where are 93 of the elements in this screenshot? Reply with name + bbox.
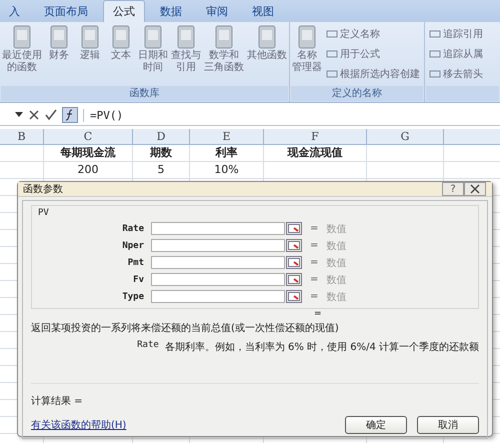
- ribbon-tab[interactable]: 视图: [243, 1, 283, 22]
- table-cell: 现金流现值: [288, 146, 342, 159]
- table-cell: 10%: [214, 163, 239, 176]
- argument-label: Nper: [121, 240, 145, 250]
- column-header[interactable]: C: [44, 129, 133, 144]
- ribbon-button[interactable]: 文本: [106, 24, 136, 86]
- collapse-button[interactable]: [286, 222, 302, 235]
- equals-sign: =: [310, 223, 318, 234]
- table-cell: 期数: [150, 146, 172, 159]
- range-icon: [288, 224, 300, 233]
- column-header[interactable]: G: [367, 129, 444, 144]
- help-link[interactable]: 有关该函数的帮助(H): [31, 418, 126, 432]
- input-field[interactable]: [151, 239, 285, 252]
- book-icon: [48, 24, 70, 50]
- cancel-icon[interactable]: [28, 109, 40, 121]
- ribbon-button[interactable]: 其他函数: [246, 24, 288, 86]
- ribbon-tab[interactable]: 公式: [103, 0, 145, 22]
- ribbon-tab[interactable]: 页面布局: [35, 1, 97, 22]
- table-cell: 利率: [216, 146, 238, 159]
- ribbon-button[interactable]: 移去箭头: [426, 64, 486, 84]
- equals-sign: =: [314, 309, 322, 319]
- book-icon: [213, 24, 235, 50]
- column-header[interactable]: B: [0, 129, 44, 144]
- dialog-button[interactable]: 确定: [345, 416, 407, 434]
- book-icon: [11, 24, 33, 50]
- collapse-button[interactable]: [286, 273, 302, 286]
- function-description: 返回某项投资的一系列将来偿还额的当前总值(或一次性偿还额的现值): [31, 322, 340, 335]
- dropdown-icon[interactable]: [15, 112, 23, 118]
- ribbon-button[interactable]: 名称 管理器: [291, 24, 323, 86]
- range-icon: [288, 292, 300, 301]
- argument-name: Rate: [137, 340, 159, 352]
- ribbon-button[interactable]: 逻辑: [75, 24, 105, 86]
- ribbon-button[interactable]: 追踪引用: [426, 24, 486, 44]
- value-hint: 数值: [326, 240, 346, 252]
- ribbon-button[interactable]: 财务: [44, 24, 74, 86]
- help-button[interactable]: ?: [442, 182, 464, 196]
- argument-label: Pmt: [126, 258, 145, 268]
- dialog-title: 函数参数: [23, 182, 63, 196]
- group-title: 定义的名称: [291, 86, 423, 101]
- range-icon: [288, 275, 300, 284]
- column-header[interactable]: D: [133, 129, 190, 144]
- result-label: 计算结果 =: [31, 394, 83, 408]
- ribbon-button[interactable]: 日期和 时间: [137, 24, 169, 86]
- ribbon-button[interactable]: 定义名称: [323, 24, 423, 44]
- input-field[interactable]: [151, 222, 285, 235]
- range-icon: [288, 258, 300, 267]
- value-hint: 数值: [326, 274, 346, 286]
- book-icon: [296, 24, 318, 50]
- collapse-button[interactable]: [286, 256, 302, 269]
- column-header[interactable]: E: [190, 129, 264, 144]
- dialog-button[interactable]: 取消: [417, 416, 479, 434]
- book-icon: [142, 24, 164, 50]
- function-icon[interactable]: [62, 107, 78, 123]
- argument-label: Type: [121, 292, 145, 302]
- check-icon[interactable]: [45, 109, 57, 121]
- close-icon: [470, 184, 480, 194]
- input-field[interactable]: [151, 290, 285, 303]
- function-name: PV: [38, 208, 50, 218]
- equals-sign: =: [310, 240, 318, 251]
- formula-field[interactable]: =PV(): [83, 108, 124, 122]
- collapse-button[interactable]: [286, 239, 302, 252]
- argument-label: Fv: [132, 274, 145, 284]
- value-hint: 数值: [326, 222, 346, 236]
- ribbon-button[interactable]: 用于公式: [323, 44, 423, 64]
- value-hint: 数值: [326, 256, 346, 270]
- group-title: 函数库: [1, 86, 288, 101]
- equals-sign: =: [310, 257, 318, 268]
- book-icon: [79, 24, 101, 50]
- input-field[interactable]: [151, 256, 285, 269]
- book-icon: [110, 24, 132, 50]
- input-field[interactable]: [151, 273, 285, 286]
- ribbon-tab[interactable]: 审阅: [197, 1, 237, 22]
- ribbon-button[interactable]: 最近使用 的函数: [1, 24, 43, 86]
- ribbon-button[interactable]: 数学和 三角函数: [203, 24, 245, 86]
- range-icon: [288, 241, 300, 250]
- ribbon-button[interactable]: 追踪从属: [426, 44, 486, 64]
- ribbon-button[interactable]: 查找与 引用: [170, 24, 202, 86]
- equals-sign: =: [310, 291, 318, 302]
- book-icon: [256, 24, 278, 50]
- collapse-button[interactable]: [286, 290, 302, 303]
- close-button[interactable]: [464, 182, 486, 196]
- equals-sign: =: [310, 274, 318, 285]
- table-cell: 每期现金流: [60, 146, 116, 159]
- book-icon: [175, 24, 197, 50]
- column-header[interactable]: F: [264, 129, 367, 144]
- table-cell: 5: [158, 163, 164, 176]
- table-cell: 200: [78, 163, 98, 176]
- ribbon-tab[interactable]: 数据: [151, 1, 191, 22]
- argument-description: 各期利率。例如，当利率为 6% 时，使用 6%/4 计算一个季度的还款额: [164, 340, 479, 354]
- ribbon-button[interactable]: 根据所选内容创建: [323, 64, 423, 84]
- ribbon-tab[interactable]: 入: [0, 1, 29, 22]
- argument-label: Rate: [121, 224, 145, 234]
- value-hint: 数值: [326, 290, 346, 304]
